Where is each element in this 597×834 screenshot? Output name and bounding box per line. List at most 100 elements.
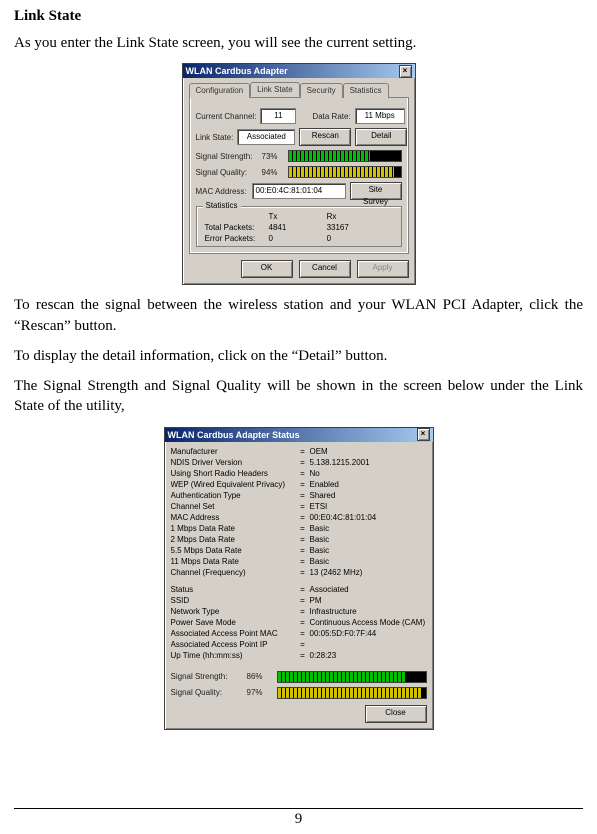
status-key: Associated Access Point IP: [171, 639, 296, 650]
signal-strength-value: 86%: [247, 672, 271, 681]
data-rate-label: Data Rate:: [312, 112, 350, 121]
mac-value: 00:E0:4C:81:01:04: [252, 183, 346, 199]
equals-icon: =: [296, 534, 310, 545]
status-kv-row: Using Short Radio Headers=No: [171, 468, 427, 479]
signal-quality-label: Signal Quality:: [171, 688, 241, 697]
close-button[interactable]: Close: [365, 705, 427, 723]
equals-icon: =: [296, 479, 310, 490]
status-value: [310, 639, 427, 650]
status-kv-row: WEP (Wired Equivalent Privacy)=Enabled: [171, 479, 427, 490]
signal-strength-value: 73%: [262, 152, 284, 161]
status-value: Continuous Access Mode (CAM): [310, 617, 427, 628]
status-kv-row: Up Time (hh:mm:ss)=0:28:23: [171, 650, 427, 661]
signal-strength-label: Signal Strength:: [196, 152, 258, 161]
paragraph-detail: To display the detail information, click…: [14, 346, 583, 366]
mac-label: MAC Address:: [196, 187, 248, 196]
equals-icon: =: [296, 490, 310, 501]
signal-quality-bar: [277, 687, 427, 699]
status-value: PM: [310, 595, 427, 606]
dialog-titlebar: WLAN Cardbus Adapter Status ×: [165, 428, 433, 442]
close-icon[interactable]: ×: [417, 428, 430, 441]
equals-icon: =: [296, 628, 310, 639]
detail-button[interactable]: Detail: [355, 128, 407, 146]
status-key: WEP (Wired Equivalent Privacy): [171, 479, 296, 490]
status-key: Authentication Type: [171, 490, 296, 501]
signal-strength-bar: [288, 150, 402, 162]
status-key: Status: [171, 584, 296, 595]
tabstrip: Configuration Link State Security Statis…: [189, 82, 409, 98]
status-kv-list-2: Status=AssociatedSSID=PMNetwork Type=Inf…: [171, 584, 427, 661]
rescan-button[interactable]: Rescan: [299, 128, 351, 146]
cancel-button[interactable]: Cancel: [299, 260, 351, 278]
status-value: 00:05:5D:F0:7F:44: [310, 628, 427, 639]
status-kv-row: 5.5 Mbps Data Rate=Basic: [171, 545, 427, 556]
tab-security[interactable]: Security: [300, 83, 343, 98]
status-value: 0:28:23: [310, 650, 427, 661]
tab-configuration[interactable]: Configuration: [189, 83, 251, 98]
site-survey-button[interactable]: Site Survey: [350, 182, 402, 200]
status-kv-list: Manufacturer=OEMNDIS Driver Version=5.13…: [171, 446, 427, 578]
signal-quality-label: Signal Quality:: [196, 168, 258, 177]
ok-button[interactable]: OK: [241, 260, 293, 278]
signal-strength-label: Signal Strength:: [171, 672, 241, 681]
section-heading: Link State: [14, 8, 583, 25]
statistics-legend: Statistics: [203, 201, 241, 210]
status-key: Manufacturer: [171, 446, 296, 457]
equals-icon: =: [296, 617, 310, 628]
status-value: Basic: [310, 534, 427, 545]
data-rate-value: 11 Mbps: [355, 108, 405, 124]
status-value: Basic: [310, 556, 427, 567]
status-key: NDIS Driver Version: [171, 457, 296, 468]
equals-icon: =: [296, 457, 310, 468]
status-value: Basic: [310, 523, 427, 534]
status-kv-row: Associated Access Point MAC=00:05:5D:F0:…: [171, 628, 427, 639]
equals-icon: =: [296, 567, 310, 578]
signal-quality-value: 94%: [262, 168, 284, 177]
link-state-value: Associated: [237, 129, 295, 145]
equals-icon: =: [296, 606, 310, 617]
paragraph-rescan: To rescan the signal between the wireles…: [14, 295, 583, 336]
status-key: 5.5 Mbps Data Rate: [171, 545, 296, 556]
status-kv-row: Manufacturer=OEM: [171, 446, 427, 457]
status-kv-row: Power Save Mode=Continuous Access Mode (…: [171, 617, 427, 628]
status-key: Using Short Radio Headers: [171, 468, 296, 479]
status-kv-row: NDIS Driver Version=5.138.1215.2001: [171, 457, 427, 468]
table-row: Total Packets: 4841 33167: [203, 222, 395, 233]
status-key: Associated Access Point MAC: [171, 628, 296, 639]
equals-icon: =: [296, 595, 310, 606]
table-row: Error Packets: 0 0: [203, 233, 395, 244]
tab-panel: Current Channel: 11 Data Rate: 11 Mbps L…: [189, 98, 409, 254]
status-key: Power Save Mode: [171, 617, 296, 628]
status-kv-row: 1 Mbps Data Rate=Basic: [171, 523, 427, 534]
status-value: OEM: [310, 446, 427, 457]
equals-icon: =: [296, 468, 310, 479]
equals-icon: =: [296, 584, 310, 595]
status-kv-row: Network Type=Infrastructure: [171, 606, 427, 617]
statistics-table: Tx Rx Total Packets: 4841 33167 Error Pa…: [203, 211, 395, 244]
equals-icon: =: [296, 523, 310, 534]
close-icon[interactable]: ×: [399, 65, 412, 78]
status-key: Channel (Frequency): [171, 567, 296, 578]
page-number: 9: [14, 808, 583, 828]
apply-button[interactable]: Apply: [357, 260, 409, 278]
tab-statistics[interactable]: Statistics: [343, 83, 389, 98]
status-key: Up Time (hh:mm:ss): [171, 650, 296, 661]
tab-link-state[interactable]: Link State: [250, 82, 300, 97]
status-key: Network Type: [171, 606, 296, 617]
signal-strength-bar: [277, 671, 427, 683]
status-key: MAC Address: [171, 512, 296, 523]
signal-quality-bar: [288, 166, 402, 178]
status-key: Channel Set: [171, 501, 296, 512]
status-kv-row: SSID=PM: [171, 595, 427, 606]
stats-col-tx: Tx: [267, 211, 325, 222]
equals-icon: =: [296, 545, 310, 556]
paragraph-signal: The Signal Strength and Signal Quality w…: [14, 376, 583, 417]
link-state-dialog: WLAN Cardbus Adapter × Configuration Lin…: [182, 63, 416, 285]
status-kv-row: 11 Mbps Data Rate=Basic: [171, 556, 427, 567]
status-value: 13 (2462 MHz): [310, 567, 427, 578]
status-dialog: WLAN Cardbus Adapter Status × Manufactur…: [164, 427, 434, 730]
equals-icon: =: [296, 446, 310, 457]
status-key: 1 Mbps Data Rate: [171, 523, 296, 534]
link-state-label: Link State:: [196, 133, 234, 142]
status-value: Infrastructure: [310, 606, 427, 617]
